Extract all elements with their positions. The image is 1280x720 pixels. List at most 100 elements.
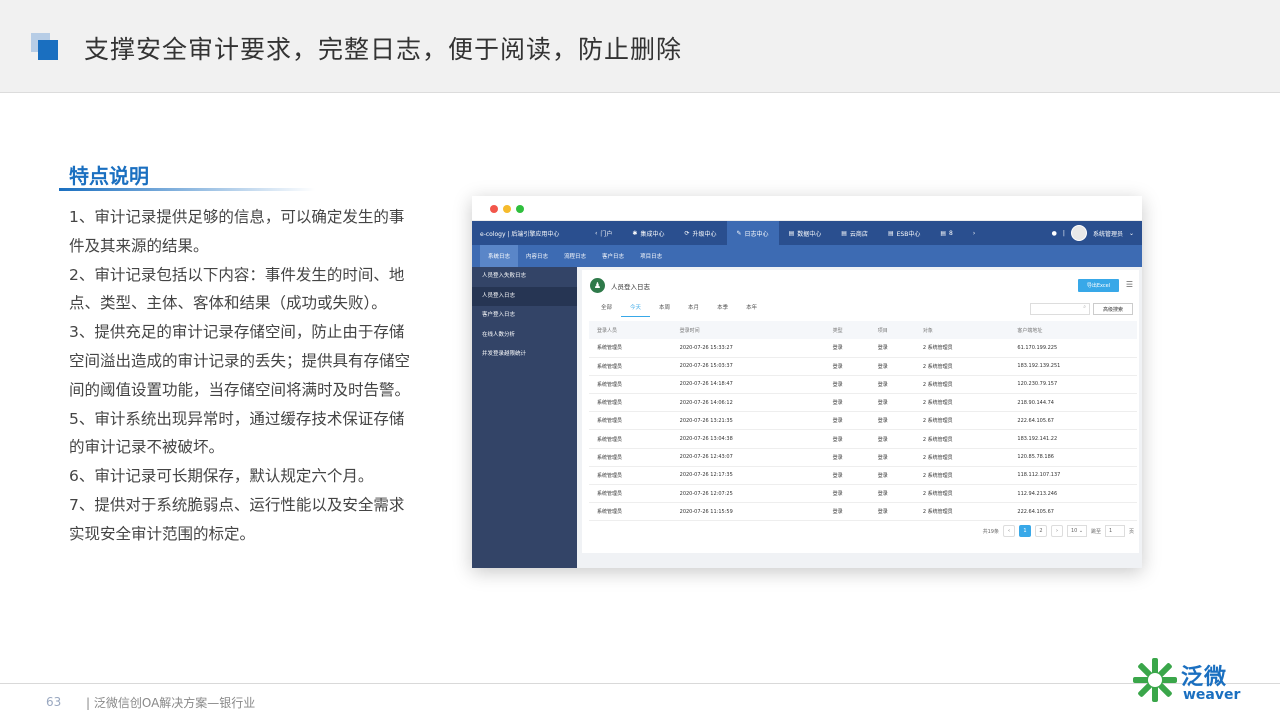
table-cell: 222.64.105.67 [1009, 502, 1137, 522]
main-content: ♟ 人员登入日志 导出Excel ☰ 全部 今天 本周 本月 本季 本年 ⌕ 高级搜索 登… [577, 267, 1142, 568]
nav-label: 8 [949, 229, 953, 237]
table-row[interactable]: 系统管理员 2020-07-26 12:17:35 登录 登录 2 系统管理员 118.1… [589, 466, 1137, 486]
time-tab[interactable]: 本年 [737, 303, 766, 317]
nav-icon: ▤ [841, 229, 847, 237]
table-row[interactable]: 系统管理员 2020-07-26 15:33:27 登录 登录 2 系统管理员 61.17… [589, 339, 1137, 358]
table-row[interactable]: 系统管理员 2020-07-26 12:07:25 登录 登录 2 系统管理员 112.9… [589, 484, 1137, 504]
app-brand: e-cology | 后端引擎应用中心 [480, 231, 560, 238]
column-header[interactable]: 对象 [914, 321, 1010, 339]
time-tab[interactable]: 本季 [708, 303, 737, 317]
table-body: 系统管理员 2020-07-26 15:33:27 登录 登录 2 系统管理员 61.17… [589, 339, 1137, 522]
sidebar-item[interactable]: 人员登入失败日志 [472, 267, 577, 287]
table-cell: 2 系统管理员 [914, 357, 1010, 376]
sidebar-item[interactable]: 并发登录越限统计 [472, 345, 577, 365]
nav-label: ESB中心 [896, 230, 921, 238]
table-cell: 登录 [869, 484, 915, 504]
advanced-search-button[interactable]: 高级搜索 [1093, 303, 1133, 315]
avatar[interactable] [1070, 225, 1087, 241]
table-cell: 登录 [869, 339, 915, 358]
subnav-tab[interactable]: 流程日志 [556, 245, 594, 267]
close-dot-icon[interactable] [490, 205, 498, 213]
page-unit: 页 [1128, 528, 1134, 535]
goto-label: 跳至 [1090, 528, 1101, 535]
subnav-tab[interactable]: 客户日志 [594, 245, 632, 267]
nav-label: 日志中心 [744, 230, 769, 238]
table-cell: 183.192.139.251 [1009, 357, 1137, 376]
pagination: 共19条 ‹ 1 2 › 10 ⌄ 跳至 1 页 [983, 525, 1134, 537]
sidebar-item[interactable]: 客户登入日志 [472, 306, 577, 326]
table-row[interactable]: 系统管理员 2020-07-26 15:03:37 登录 登录 2 系统管理员 183.1… [589, 357, 1137, 376]
table-cell: 登录 [869, 466, 915, 486]
sidebar-item[interactable]: 人员登入日志 [472, 286, 577, 306]
table-cell: 2 系统管理员 [914, 393, 1010, 413]
time-tab[interactable]: 本月 [679, 303, 708, 317]
table-row[interactable]: 系统管理员 2020-07-26 11:15:59 登录 登录 2 系统管理员 222.6… [589, 502, 1137, 522]
subnav-tab[interactable]: 系统日志 [480, 245, 519, 267]
nav-item[interactable]: ▤ 云商店 [831, 221, 878, 245]
export-excel-button[interactable]: 导出Excel [1078, 279, 1119, 292]
table-cell: 2020-07-26 13:04:38 [671, 429, 825, 449]
table-cell: 登录 [824, 393, 870, 413]
header-square-icon [31, 33, 59, 61]
subnav-tab[interactable]: 项目日志 [632, 245, 670, 267]
nav-item[interactable]: ‹ 门户 [585, 221, 622, 245]
page-number: 63 [46, 695, 62, 709]
minimize-dot-icon[interactable] [503, 205, 511, 213]
column-header[interactable]: 客户端地址 [1009, 321, 1137, 339]
table-cell: 登录 [824, 339, 870, 358]
nav-item[interactable]: ⟳ 升级中心 [674, 221, 726, 245]
table-row[interactable]: 系统管理员 2020-07-26 14:18:47 登录 登录 2 系统管理员 120.2… [589, 375, 1137, 395]
table-cell: 登录 [824, 466, 870, 486]
table-cell: 登录 [824, 484, 870, 504]
nav-item[interactable]: ▤ ESB中心 [878, 221, 930, 245]
nav-item[interactable]: ▤ 数据中心 [779, 221, 832, 245]
table-cell: 2020-07-26 12:17:35 [671, 466, 825, 486]
card-header: ♟ 人员登入日志 [590, 278, 650, 293]
nav-icon: ▤ [887, 229, 894, 237]
column-header[interactable]: 登录人员 [589, 321, 672, 339]
chevron-down-icon[interactable]: ⌄ [1129, 230, 1134, 237]
column-header[interactable]: 类型 [824, 321, 870, 339]
page-2[interactable]: 2 [1034, 525, 1047, 537]
time-tab[interactable]: 本周 [650, 303, 679, 317]
table-row[interactable]: 系统管理员 2020-07-26 13:04:38 登录 登录 2 系统管理员 183.1… [589, 429, 1137, 449]
table-row[interactable]: 系统管理员 2020-07-26 12:43:07 登录 登录 2 系统管理员 120.8… [589, 448, 1137, 467]
page-1[interactable]: 1 [1018, 525, 1031, 537]
table-cell: 118.112.107.137 [1009, 466, 1137, 486]
table-row[interactable]: 系统管理员 2020-07-26 14:06:12 登录 登录 2 系统管理员 218.9… [589, 393, 1137, 413]
page-title: 支撑安全审计要求，完整日志，便于阅读，防止删除 [84, 35, 683, 64]
nav-item[interactable]: ▤ 8 [930, 221, 963, 245]
time-tab[interactable]: 全部 [592, 303, 621, 317]
nav-item[interactable]: ✱ 集成中心 [622, 221, 674, 245]
weaver-logo-icon [1133, 658, 1177, 702]
nav-icon: ‹ [595, 229, 598, 237]
menu-icon[interactable]: ☰ [1126, 280, 1133, 289]
time-tab[interactable]: 今天 [621, 303, 651, 317]
feature-list: 1、审计记录提供足够的信息，可以确定发生的事件及其来源的结果。 2、审计记录包括… [69, 203, 414, 549]
column-header[interactable]: 登录时间 [671, 321, 825, 339]
table-row[interactable]: 系统管理员 2020-07-26 13:21:35 登录 登录 2 系统管理员 222.6… [589, 411, 1137, 431]
table-cell: 系统管理员 [589, 502, 672, 522]
user-name[interactable]: 系统管理员 [1093, 229, 1123, 238]
maximize-dot-icon[interactable] [516, 205, 524, 213]
table-cell: 系统管理员 [589, 484, 672, 504]
nav-next-icon[interactable]: › [963, 221, 985, 245]
globe-icon[interactable]: ● [1052, 230, 1057, 237]
total-count: 共19条 [982, 528, 999, 535]
column-header[interactable]: 项目 [869, 321, 915, 339]
sidebar: 人员登入失败日志 人员登入日志 客户登入日志 在线人数分析 并发登录越限统计 [472, 267, 577, 568]
sidebar-item[interactable]: 在线人数分析 [472, 326, 577, 346]
nav-item[interactable]: ✎ 日志中心 [726, 221, 779, 245]
goto-input[interactable]: 1 [1104, 525, 1125, 537]
table-cell: 系统管理员 [589, 429, 672, 449]
feature-item: 6、审计记录可长期保存，默认规定六个月。 [69, 467, 374, 486]
page-size-select[interactable]: 10 ⌄ [1066, 525, 1087, 537]
slide: 支撑安全审计要求，完整日志，便于阅读，防止删除 特点说明 1、审计记录提供足够的… [0, 0, 1280, 720]
prev-page-icon[interactable]: ‹ [1002, 525, 1015, 537]
nav-right: ● | 系统管理员 ⌄ [1052, 225, 1134, 241]
table-cell: 登录 [869, 502, 915, 522]
next-page-icon[interactable]: › [1050, 525, 1063, 537]
app-window: e-cology | 后端引擎应用中心 ‹ 门户 ✱ 集成中心 ⟳ 升级中心 ✎ 日志中心 ▤ 数… [472, 196, 1142, 568]
search-input[interactable]: ⌕ [1030, 303, 1090, 315]
subnav-tab[interactable]: 内容日志 [518, 245, 556, 267]
